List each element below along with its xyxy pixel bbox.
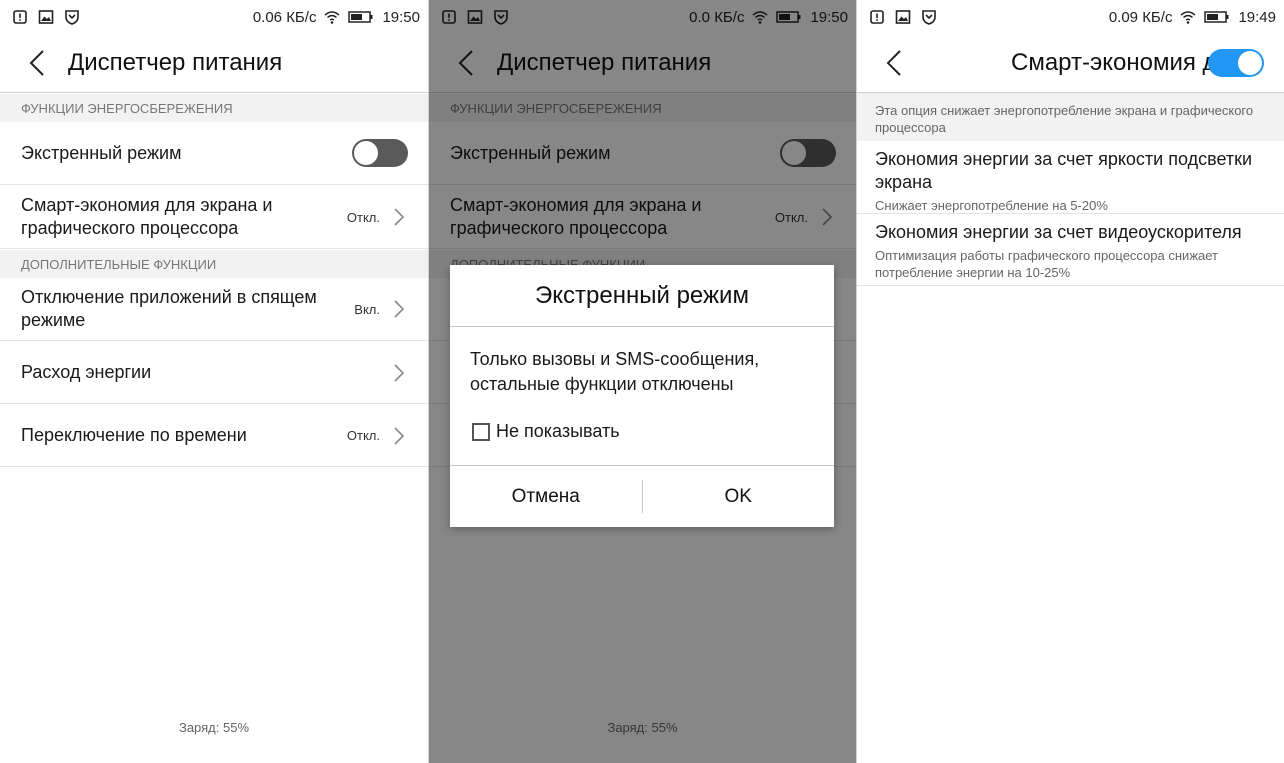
- screen-power-manager: 0.06 КБ/с 19:50 Диспетчер питания ФУНКЦИ…: [0, 0, 428, 763]
- notification-icon: [12, 9, 28, 25]
- row-sleep-apps[interactable]: Отключение приложений в спящем режиме Вк…: [0, 278, 428, 341]
- battery-icon: [348, 9, 374, 25]
- back-button[interactable]: [871, 40, 917, 86]
- battery-icon: [1204, 9, 1230, 25]
- back-chevron-icon: [29, 50, 44, 76]
- dialog-title: Экстренный режим: [450, 265, 834, 327]
- row-label: Отключение приложений в спящем режиме: [21, 287, 317, 330]
- option-backlight-saving[interactable]: Экономия энергии за счет яркости подсвет…: [857, 142, 1284, 214]
- option-subtitle: Оптимизация работы графического процессо…: [875, 248, 1218, 280]
- page-title: Смарт-экономия для экрана и графического…: [1011, 49, 1211, 76]
- chevron-right-icon: [394, 300, 405, 318]
- row-emergency-mode[interactable]: Экстренный режим: [0, 122, 428, 185]
- network-speed: 0.09 КБ/с: [1108, 8, 1173, 26]
- row-value: Откл.: [346, 209, 380, 225]
- option-subtitle: Снижает энергопотребление на 5-20%: [875, 198, 1108, 213]
- row-label: Экстренный режим: [21, 142, 182, 163]
- chevron-right-icon: [394, 208, 405, 226]
- screen-smart-economy: 0.09 КБ/с 19:49 Смарт-экономия для экран…: [857, 0, 1284, 763]
- wifi-icon: [324, 9, 340, 25]
- option-description: Эта опция снижает энергопотребление экра…: [857, 93, 1284, 141]
- smart-economy-toggle[interactable]: [1208, 49, 1264, 77]
- chevron-right-icon: [394, 426, 405, 445]
- row-label: Переключение по времени: [21, 425, 247, 445]
- network-speed: 0.06 КБ/с: [252, 8, 317, 26]
- gallery-icon: [38, 9, 54, 25]
- screen-emergency-dialog: 0.0 КБ/с 19:50 Диспетчер питания ФУНКЦИИ…: [429, 0, 856, 763]
- option-gpu-saving[interactable]: Экономия энергии за счет видеоускорителя…: [857, 215, 1284, 286]
- clock: 19:49: [1238, 8, 1276, 26]
- dialog-buttons: Отмена OK: [450, 465, 834, 527]
- dont-show-checkbox[interactable]: Не показывать: [472, 421, 834, 442]
- shield-icon: [64, 9, 80, 25]
- app-bar: Смарт-экономия для экрана и графического…: [857, 34, 1284, 93]
- back-button[interactable]: [14, 40, 60, 86]
- option-title: Экономия энергии за счет яркости подсвет…: [875, 149, 1253, 192]
- dialog-message: Только вызовы и SMS-сообщения, остальные…: [470, 349, 760, 394]
- row-value: Вкл.: [354, 301, 380, 317]
- shield-icon: [921, 9, 937, 25]
- cancel-button[interactable]: Отмена: [450, 466, 642, 527]
- chevron-right-icon: [394, 363, 405, 382]
- app-bar: Диспетчер питания: [0, 34, 428, 93]
- row-scheduled-switch[interactable]: Переключение по времени Откл.: [0, 405, 428, 467]
- section-header-additional: ДОПОЛНИТЕЛЬНЫЕ ФУНКЦИИ: [0, 250, 428, 278]
- section-header-power-saving: ФУНКЦИИ ЭНЕРГОСБЕРЕЖЕНИЯ: [0, 94, 428, 122]
- row-label: Смарт-экономия для экрана и графического…: [21, 195, 273, 238]
- emergency-mode-dialog: Экстренный режим Только вызовы и SMS-соо…: [450, 265, 834, 527]
- back-chevron-icon: [886, 50, 901, 76]
- clock: 19:50: [382, 8, 420, 26]
- row-energy-usage[interactable]: Расход энергии: [0, 342, 428, 404]
- gallery-icon: [895, 9, 911, 25]
- row-label: Расход энергии: [21, 362, 152, 382]
- option-title: Экономия энергии за счет видеоускорителя: [875, 222, 1242, 242]
- checkbox-label: Не показывать: [496, 421, 620, 441]
- notification-icon: [869, 9, 885, 25]
- status-bar: 0.09 КБ/с 19:49: [857, 0, 1284, 34]
- battery-charge-label: Заряд: 55%: [178, 720, 250, 735]
- ok-button[interactable]: OK: [643, 466, 835, 527]
- status-bar: 0.06 КБ/с 19:50: [0, 0, 428, 34]
- wifi-icon: [1180, 9, 1196, 25]
- page-title: Диспетчер питания: [68, 49, 283, 76]
- checkbox-box[interactable]: [472, 422, 490, 441]
- row-value: Откл.: [346, 428, 380, 443]
- row-smart-economy[interactable]: Смарт-экономия для экрана и графического…: [0, 186, 428, 249]
- emergency-mode-toggle[interactable]: [352, 139, 408, 167]
